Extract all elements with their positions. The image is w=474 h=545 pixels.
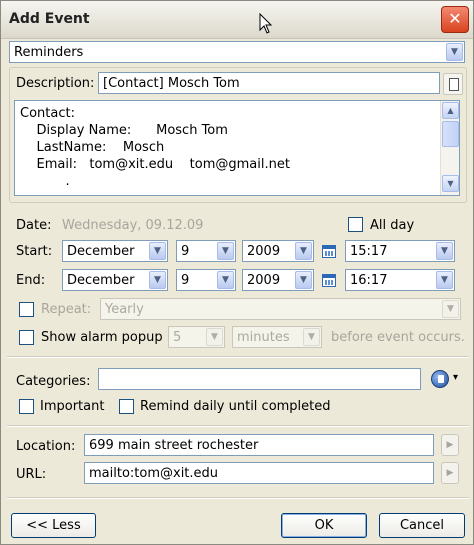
body-line: .: [20, 174, 70, 189]
end-time-select[interactable]: 16:17 ▼: [345, 269, 455, 291]
repeat-select[interactable]: Yearly ▼: [100, 298, 461, 320]
start-year-value: 2009: [247, 244, 281, 259]
start-year-select[interactable]: 2009 ▼: [242, 240, 314, 262]
chevron-down-icon: ▼: [446, 43, 463, 61]
scroll-thumb[interactable]: [442, 121, 459, 147]
repeat-value: Yearly: [105, 302, 144, 317]
start-time-value: 15:17: [350, 244, 388, 259]
chevron-down-icon: ▼: [442, 300, 459, 318]
description-label: Description:: [16, 76, 95, 91]
categories-input[interactable]: [98, 368, 421, 390]
start-label: Start:: [16, 244, 53, 259]
alarm-unit-select[interactable]: minutes ▼: [232, 326, 322, 348]
title-bar[interactable]: Add Event ✕: [1, 1, 473, 39]
description-body[interactable]: Contact: Display Name: Mosch Tom LastNam…: [14, 100, 460, 196]
close-button[interactable]: ✕: [441, 6, 469, 33]
chevron-down-icon: ▼: [295, 271, 312, 289]
end-year-value: 2009: [247, 273, 281, 288]
end-day-select[interactable]: 9 ▼: [176, 269, 236, 291]
add-event-dialog: Add Event ✕ Reminders ▼ Description: [Co…: [0, 0, 474, 545]
chevron-down-icon: ▼: [149, 271, 166, 289]
caret-down-icon[interactable]: ▾: [453, 372, 458, 383]
body-line: LastName: Mosch: [20, 140, 165, 155]
chevron-down-icon: ▼: [206, 328, 223, 346]
url-label: URL:: [16, 467, 47, 482]
remind-daily-label: Remind daily until completed: [140, 399, 331, 414]
url-go-icon[interactable]: ▶: [441, 462, 459, 484]
end-day-value: 9: [181, 273, 190, 288]
body-line: Email: tom@xit.edu tom@gmail.net: [20, 157, 290, 172]
alarm-amount-select[interactable]: 5 ▼: [168, 326, 225, 348]
document-icon[interactable]: [443, 73, 463, 95]
all-day-label: All day: [370, 218, 415, 233]
start-time-select[interactable]: 15:17 ▼: [345, 240, 455, 262]
chevron-down-icon: ▼: [436, 242, 453, 260]
cancel-button[interactable]: Cancel: [379, 513, 465, 538]
calendar-icon[interactable]: [322, 274, 336, 287]
location-value: 699 main street rochester: [89, 438, 259, 453]
calendar-icon[interactable]: [322, 245, 336, 258]
alarm-checkbox[interactable]: [19, 330, 34, 345]
ok-button[interactable]: OK: [281, 513, 367, 538]
description-value: [Contact] Mosch Tom: [103, 76, 240, 91]
separator: [7, 425, 469, 427]
category-select[interactable]: Reminders ▼: [9, 41, 465, 63]
important-label: Important: [40, 399, 105, 414]
less-button[interactable]: << Less: [11, 513, 96, 538]
chevron-down-icon: ▼: [149, 242, 166, 260]
date-label: Date:: [16, 218, 52, 233]
location-input[interactable]: 699 main street rochester: [84, 434, 434, 456]
chevron-down-icon: ▼: [217, 242, 234, 260]
start-day-select[interactable]: 9 ▼: [176, 240, 236, 262]
chevron-down-icon: ▼: [217, 271, 234, 289]
scroll-up-icon[interactable]: ▲: [442, 102, 459, 119]
end-month-value: December: [67, 273, 135, 288]
repeat-checkbox[interactable]: [19, 302, 34, 317]
categories-label: Categories:: [16, 374, 91, 389]
important-checkbox[interactable]: [19, 399, 34, 414]
alarm-label: Show alarm popup: [41, 330, 163, 345]
categories-picker-icon[interactable]: [431, 370, 449, 388]
separator: [7, 497, 469, 499]
chevron-down-icon: ▼: [436, 271, 453, 289]
end-label: End:: [16, 273, 46, 288]
url-input[interactable]: mailto:tom@xit.edu: [84, 462, 434, 484]
scroll-down-icon[interactable]: ▼: [442, 175, 459, 192]
date-value: Wednesday, 09.12.09: [62, 218, 204, 233]
mouse-cursor-icon: [259, 13, 273, 34]
all-day-checkbox[interactable]: [348, 217, 363, 232]
location-go-icon[interactable]: ▶: [441, 434, 459, 456]
alarm-unit-value: minutes: [237, 330, 290, 345]
category-select-value: Reminders: [14, 45, 84, 60]
description-input[interactable]: [Contact] Mosch Tom: [98, 72, 440, 94]
location-label: Location:: [16, 439, 76, 454]
end-month-select[interactable]: December ▼: [62, 269, 168, 291]
body-line: Contact:: [20, 106, 75, 121]
repeat-label: Repeat:: [41, 302, 92, 317]
start-day-value: 9: [181, 244, 190, 259]
chevron-down-icon: ▼: [303, 328, 320, 346]
chevron-down-icon: ▼: [295, 242, 312, 260]
end-year-select[interactable]: 2009 ▼: [242, 269, 314, 291]
url-value: mailto:tom@xit.edu: [89, 466, 219, 481]
start-month-select[interactable]: December ▼: [62, 240, 168, 262]
window-title: Add Event: [9, 11, 90, 27]
body-line: Display Name: Mosch Tom: [20, 123, 228, 138]
alarm-amount-value: 5: [173, 330, 182, 345]
remind-daily-checkbox[interactable]: [119, 399, 134, 414]
start-month-value: December: [67, 244, 135, 259]
end-time-value: 16:17: [350, 273, 388, 288]
alarm-suffix: before event occurs.: [331, 330, 465, 345]
separator: [7, 356, 469, 358]
vertical-scrollbar[interactable]: ▲ ▼: [440, 101, 459, 195]
